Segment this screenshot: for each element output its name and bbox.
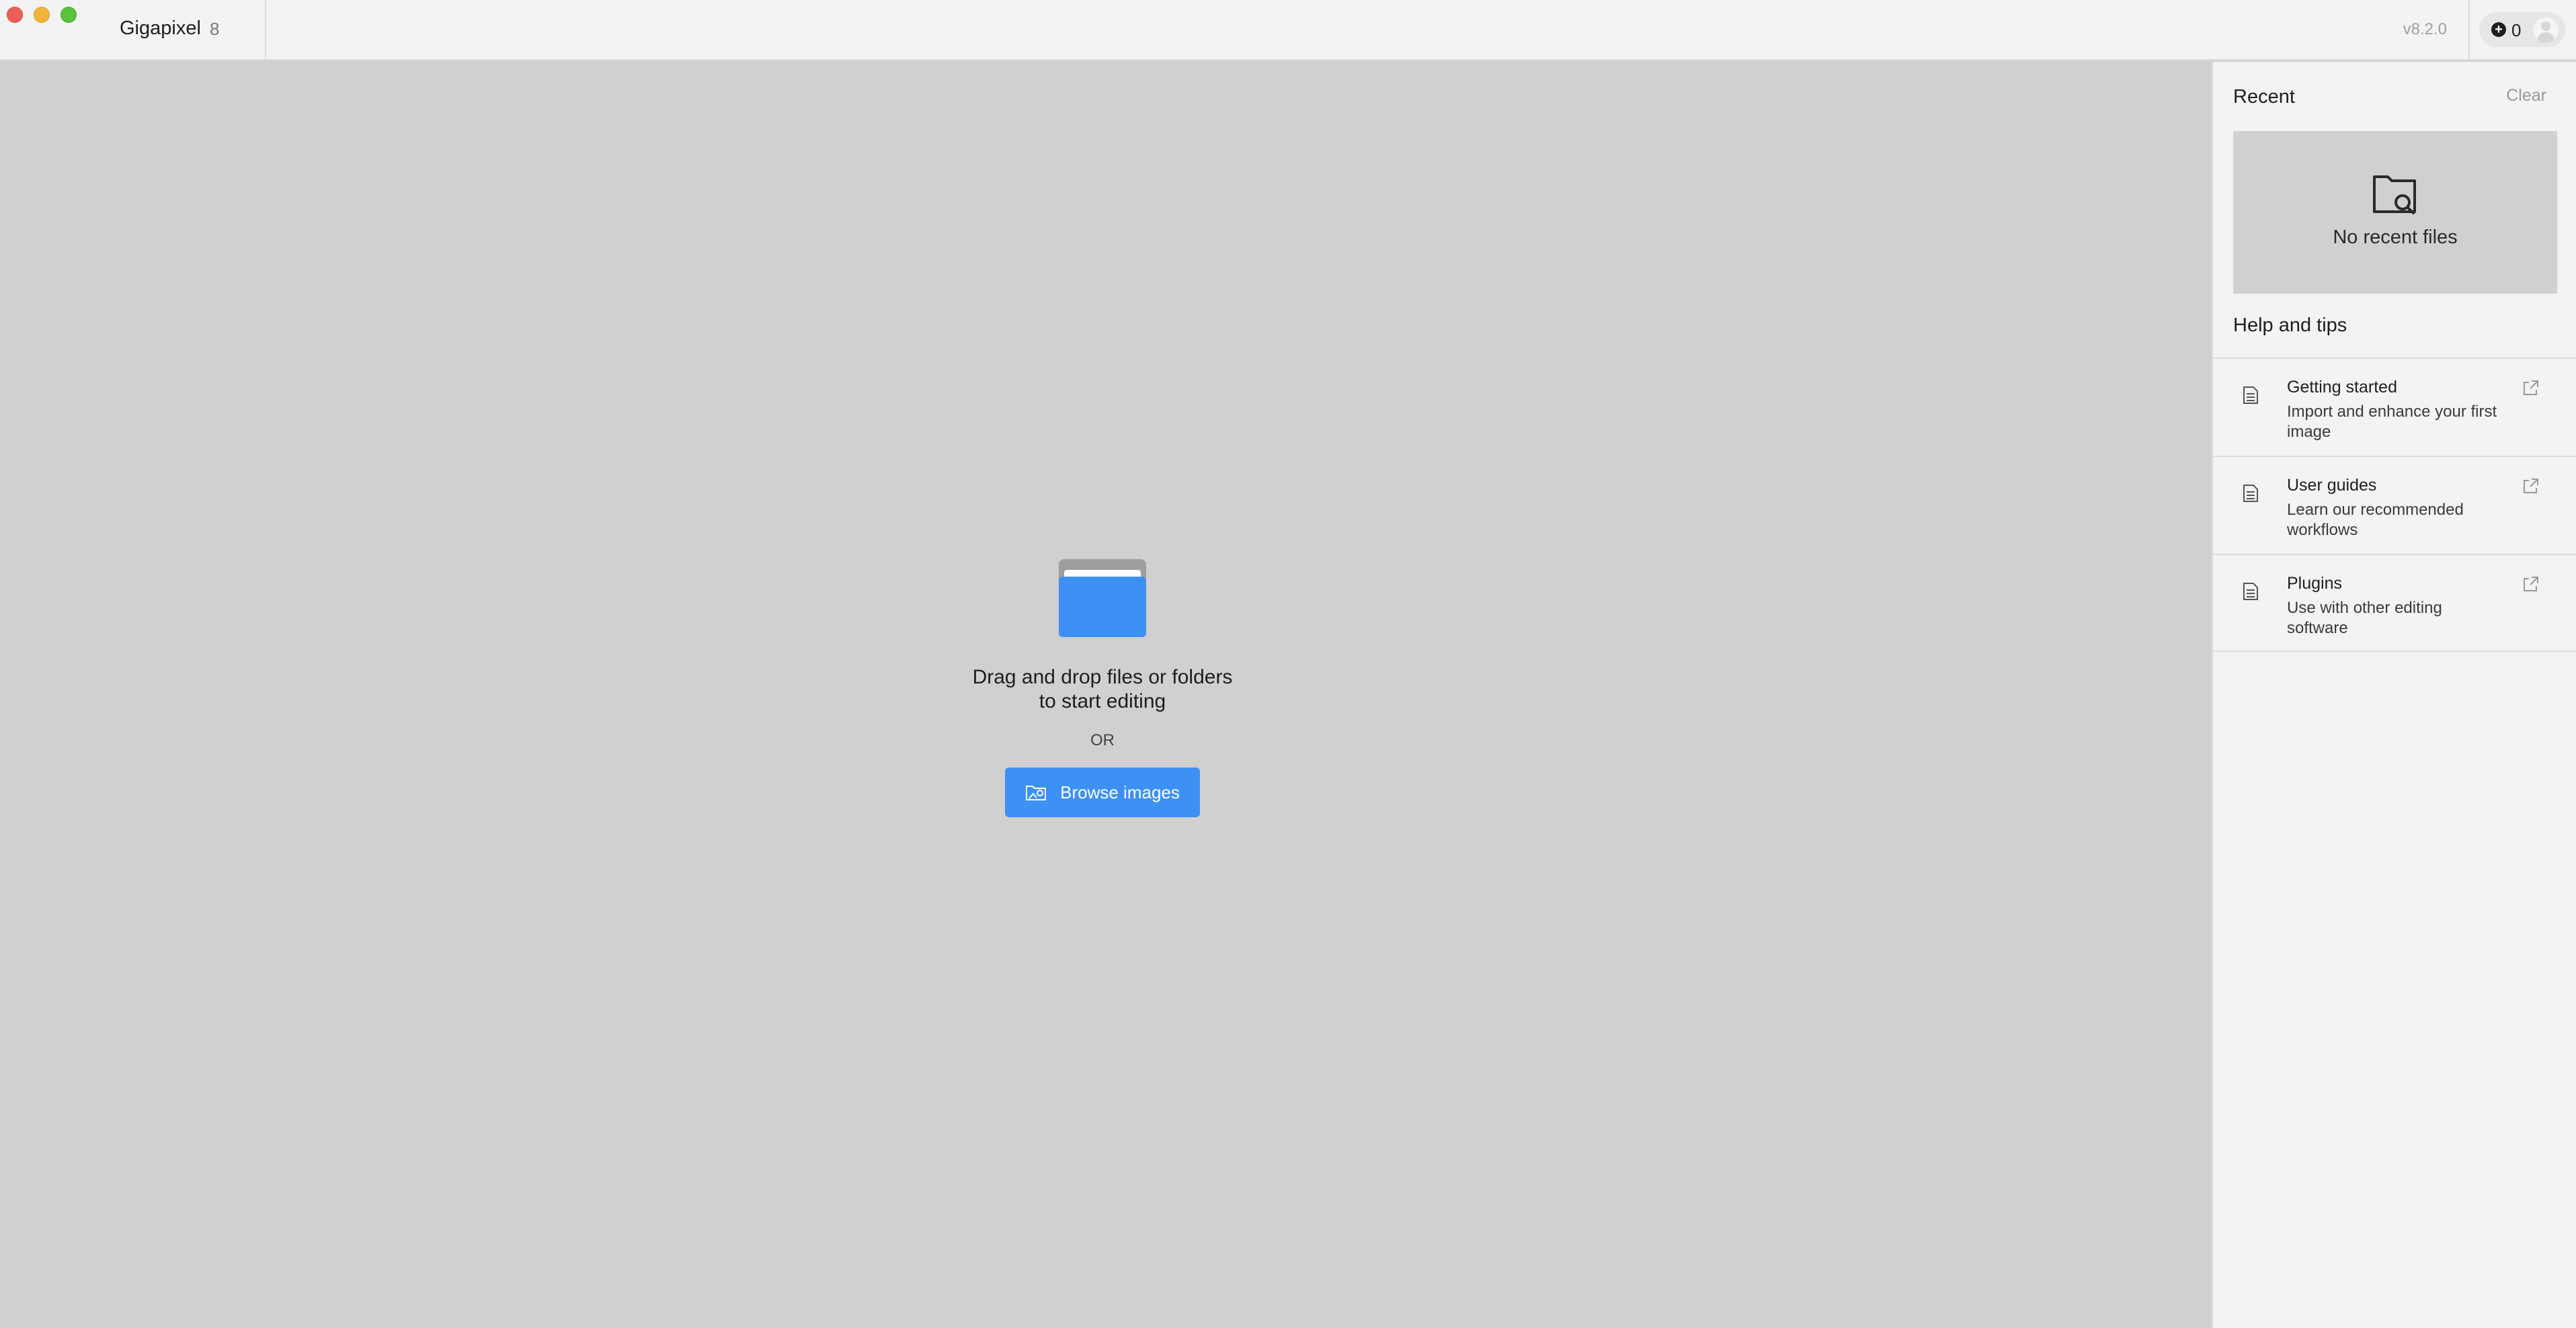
credits-account-button[interactable]: + 0 xyxy=(2479,12,2565,47)
right-sidebar: Recent Clear No recent files Help and ti… xyxy=(2212,62,2576,1328)
clear-recent-button[interactable]: Clear xyxy=(2506,86,2546,106)
external-link-icon xyxy=(2524,380,2538,395)
drop-canvas[interactable]: Drag and drop files or folders to start … xyxy=(0,62,2212,1328)
document-icon xyxy=(2243,485,2258,502)
external-link-icon xyxy=(2524,577,2538,591)
window-close-button[interactable] xyxy=(7,7,23,23)
drop-line-2: to start editing xyxy=(1039,690,1166,712)
recent-files-panel: No recent files xyxy=(2233,131,2557,294)
title-divider xyxy=(265,0,266,60)
drop-instructions: Drag and drop files or folders to start … xyxy=(928,665,1277,714)
browse-images-label: Browse images xyxy=(1060,782,1180,802)
header-divider xyxy=(2468,0,2470,60)
window-maximize-button[interactable] xyxy=(61,7,77,23)
image-folder-icon xyxy=(1026,786,1047,800)
document-icon xyxy=(2243,583,2258,600)
browse-images-button[interactable]: Browse images xyxy=(1005,767,1200,817)
help-title: Help and tips xyxy=(2233,315,2347,336)
drop-line-1: Drag and drop files or folders xyxy=(972,666,1233,688)
help-item-user-guides[interactable]: User guides Learn our recommended workfl… xyxy=(2213,456,2576,554)
help-item-plugins[interactable]: Plugins Use with other editing software xyxy=(2213,554,2576,652)
help-item-description: Learn our recommended workflows xyxy=(2287,501,2464,539)
help-item-getting-started[interactable]: Getting started Import and enhance your … xyxy=(2213,358,2576,456)
external-link-icon xyxy=(2524,479,2538,493)
folder-search-icon xyxy=(2373,175,2416,214)
plus-icon: + xyxy=(2491,22,2506,37)
avatar-icon xyxy=(2533,17,2559,43)
help-item-title: Plugins xyxy=(2287,574,2342,593)
help-item-title: Getting started xyxy=(2287,378,2397,397)
or-separator: OR xyxy=(1090,731,1115,749)
help-item-title: User guides xyxy=(2287,476,2377,495)
window-minimize-button[interactable] xyxy=(34,7,50,23)
credits-count: 0 xyxy=(2511,20,2522,40)
app-major-version: 8 xyxy=(210,19,220,39)
recent-title: Recent xyxy=(2233,86,2295,108)
folder-icon xyxy=(1059,559,1146,637)
drop-zone: Drag and drop files or folders to start … xyxy=(928,559,1277,817)
title-bar: Gigapixel 8 v8.2.0 + 0 xyxy=(0,0,2576,60)
version-label: v8.2.0 xyxy=(2403,20,2447,38)
app-title: Gigapixel xyxy=(120,17,201,39)
help-item-description: Import and enhance your first image xyxy=(2287,403,2497,441)
no-recent-files-text: No recent files xyxy=(2333,226,2458,248)
document-icon xyxy=(2243,386,2258,404)
help-item-description: Use with other editing software xyxy=(2287,599,2442,637)
